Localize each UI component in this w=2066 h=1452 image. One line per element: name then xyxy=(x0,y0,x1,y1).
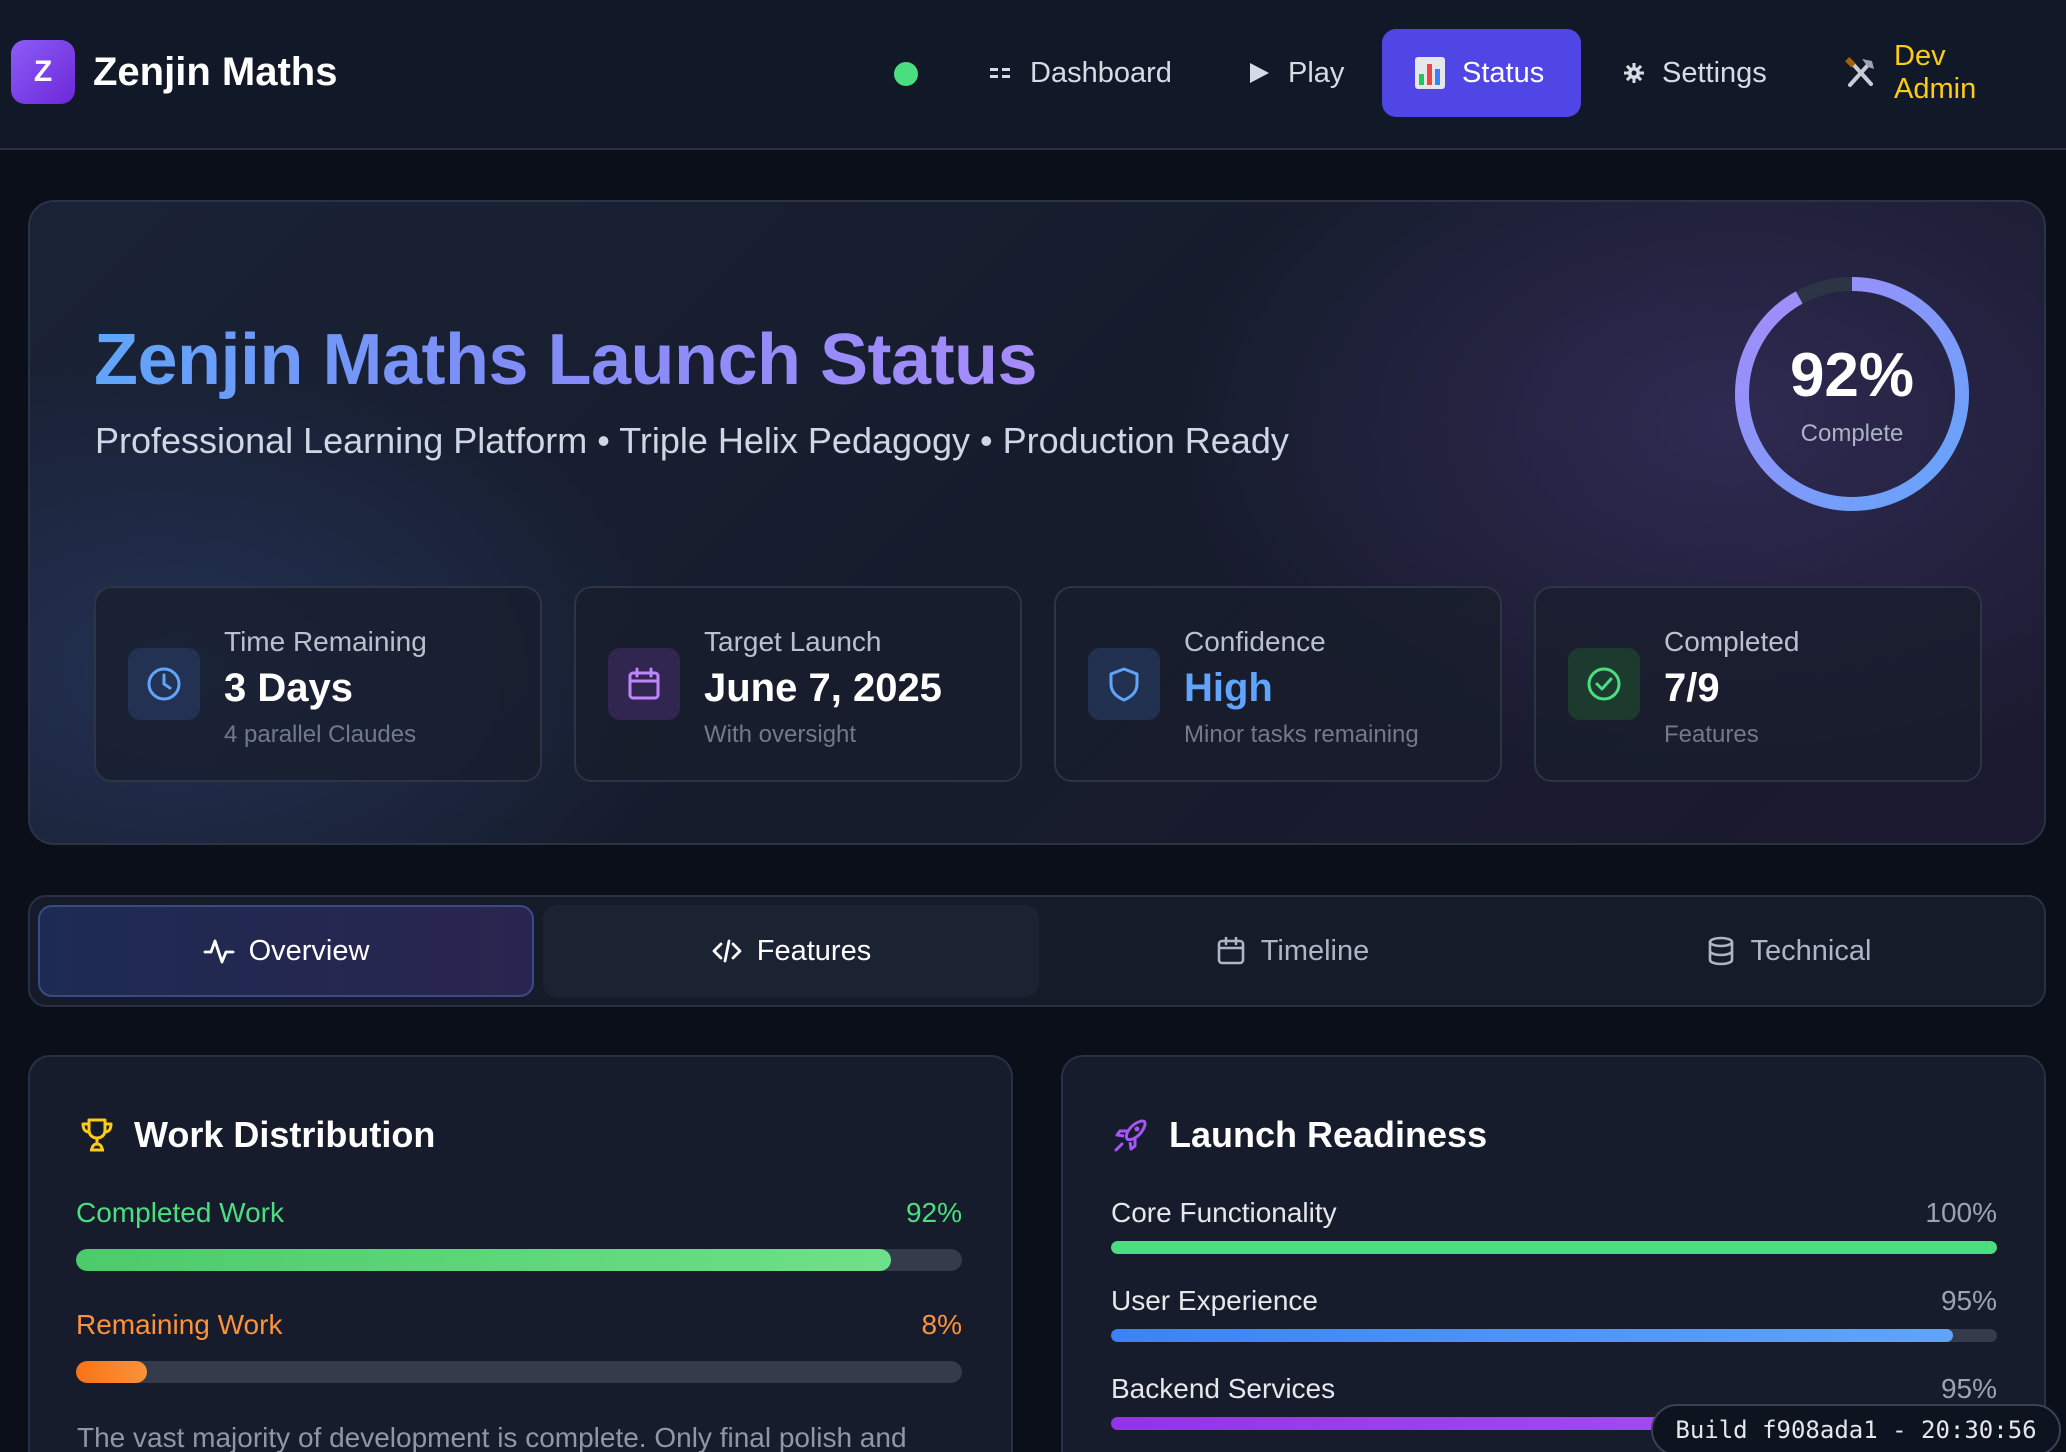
tab-technical[interactable]: Technical xyxy=(1540,905,2036,997)
bar-label: User Experience xyxy=(1111,1285,1318,1316)
tab-overview[interactable]: Overview xyxy=(38,905,534,997)
stat-note: 4 parallel Claudes xyxy=(224,721,417,748)
completion-label: Complete xyxy=(1800,420,1904,447)
stat-label: Time Remaining xyxy=(224,626,427,657)
tab-overview-label: Overview xyxy=(248,934,370,967)
bar-value: 95% xyxy=(1940,1285,1997,1316)
bar-label: Remaining Work xyxy=(76,1309,283,1340)
nav-dashboard-label: Dashboard xyxy=(1030,56,1172,89)
trophy-icon xyxy=(78,1116,116,1154)
nav-settings[interactable]: Settings xyxy=(1590,29,1799,117)
remaining-work-row: Remaining Work 8% xyxy=(76,1309,962,1389)
completed-work-row: Completed Work 92% xyxy=(76,1197,962,1277)
grid-icon xyxy=(988,63,1014,83)
stat-value: June 7, 2025 xyxy=(704,666,942,710)
stat-card-completed: Completed 7/9 Features xyxy=(1534,586,1982,782)
launch-status-hero: Zenjin Maths Launch Status Professional … xyxy=(28,200,2046,845)
clock-icon xyxy=(128,648,200,720)
build-version-badge: Build f908ada1 - 20:30:56 xyxy=(1651,1404,2061,1452)
bar-label: Backend Services xyxy=(1111,1373,1336,1404)
code-icon xyxy=(711,935,743,967)
stat-card-confidence: Confidence High Minor tasks remaining xyxy=(1054,586,1502,782)
card-title-text: Launch Readiness xyxy=(1169,1114,1488,1155)
bar-label: Core Functionality xyxy=(1111,1197,1337,1228)
tab-technical-label: Technical xyxy=(1750,934,1872,967)
page-subtitle: Professional Learning Platform • Triple … xyxy=(95,420,1289,461)
bar-label: Completed Work xyxy=(76,1197,285,1228)
nav-dashboard[interactable]: Dashboard xyxy=(956,29,1204,117)
nav-play[interactable]: Play xyxy=(1214,29,1376,117)
stat-note: With oversight xyxy=(704,721,857,748)
core-functionality-progress xyxy=(1111,1241,1997,1254)
bar-value: 100% xyxy=(1925,1197,1997,1228)
check-circle-icon xyxy=(1568,648,1640,720)
app-title: Zenjin Maths xyxy=(93,49,338,94)
nav-play-label: Play xyxy=(1288,56,1345,89)
play-icon xyxy=(1246,60,1272,86)
completion-percent: 92% xyxy=(1789,341,1915,410)
nav-dev-admin[interactable]: Dev Admin xyxy=(1810,29,2066,117)
stat-card-target-launch: Target Launch June 7, 2025 With oversigh… xyxy=(574,586,1022,782)
stat-card-time-remaining: Time Remaining 3 Days 4 parallel Claudes xyxy=(94,586,542,782)
top-navbar: Z Zenjin Maths Dashboard Play Status Set… xyxy=(0,0,2066,150)
bar-value: 8% xyxy=(921,1309,962,1340)
work-distribution-title: Work Distribution xyxy=(78,1114,435,1156)
stat-label: Confidence xyxy=(1184,626,1326,657)
bar-value: 92% xyxy=(905,1197,962,1228)
card-title-text: Work Distribution xyxy=(134,1114,436,1155)
user-experience-row: User Experience 95% xyxy=(1111,1285,1997,1345)
nav-settings-label: Settings xyxy=(1662,56,1767,89)
activity-icon xyxy=(203,935,235,967)
progress-track xyxy=(1111,1329,1997,1342)
completed-work-progress xyxy=(76,1249,892,1271)
stat-value: 7/9 xyxy=(1664,666,1720,710)
remaining-work-progress xyxy=(76,1361,147,1383)
page-title: Zenjin Maths Launch Status xyxy=(94,320,1038,400)
stat-value: 3 Days xyxy=(224,666,353,710)
user-experience-progress xyxy=(1111,1329,1953,1342)
nav-dev-admin-label: Dev Admin xyxy=(1894,40,1977,105)
bar-chart-icon xyxy=(1414,56,1446,90)
stat-value: High xyxy=(1184,666,1273,710)
database-icon xyxy=(1705,935,1737,967)
calendar-icon xyxy=(608,648,680,720)
nav-status-label: Status xyxy=(1462,56,1545,89)
progress-track xyxy=(76,1249,962,1271)
rocket-icon xyxy=(1111,1115,1151,1155)
tab-features-label: Features xyxy=(756,934,872,967)
stat-note: Features xyxy=(1664,721,1759,748)
app-logo: Z xyxy=(11,40,75,104)
launch-readiness-title: Launch Readiness xyxy=(1111,1114,1487,1156)
calendar-icon xyxy=(1215,935,1247,967)
stat-label: Target Launch xyxy=(704,626,882,657)
progress-track xyxy=(76,1361,962,1383)
tab-features[interactable]: Features xyxy=(543,905,1039,997)
status-tabs: Overview Features Timeline Technical xyxy=(28,895,2046,1007)
core-functionality-row: Core Functionality 100% xyxy=(1111,1197,1997,1257)
stat-label: Completed xyxy=(1664,626,1800,657)
nav-status[interactable]: Status xyxy=(1382,29,1581,117)
stat-note: Minor tasks remaining xyxy=(1184,721,1419,748)
online-status-indicator xyxy=(894,62,918,86)
tab-timeline-label: Timeline xyxy=(1260,934,1370,967)
shield-icon xyxy=(1088,648,1160,720)
tools-icon xyxy=(1842,55,1878,91)
bar-value: 95% xyxy=(1940,1373,1997,1404)
tab-timeline[interactable]: Timeline xyxy=(1044,905,1540,997)
completion-progress-ring: 92% Complete xyxy=(1730,272,1974,516)
work-distribution-description: The vast majority of development is comp… xyxy=(77,1422,907,1452)
brand[interactable]: Z Zenjin Maths xyxy=(11,40,337,104)
gear-icon xyxy=(1622,61,1646,85)
progress-track xyxy=(1111,1241,1997,1254)
